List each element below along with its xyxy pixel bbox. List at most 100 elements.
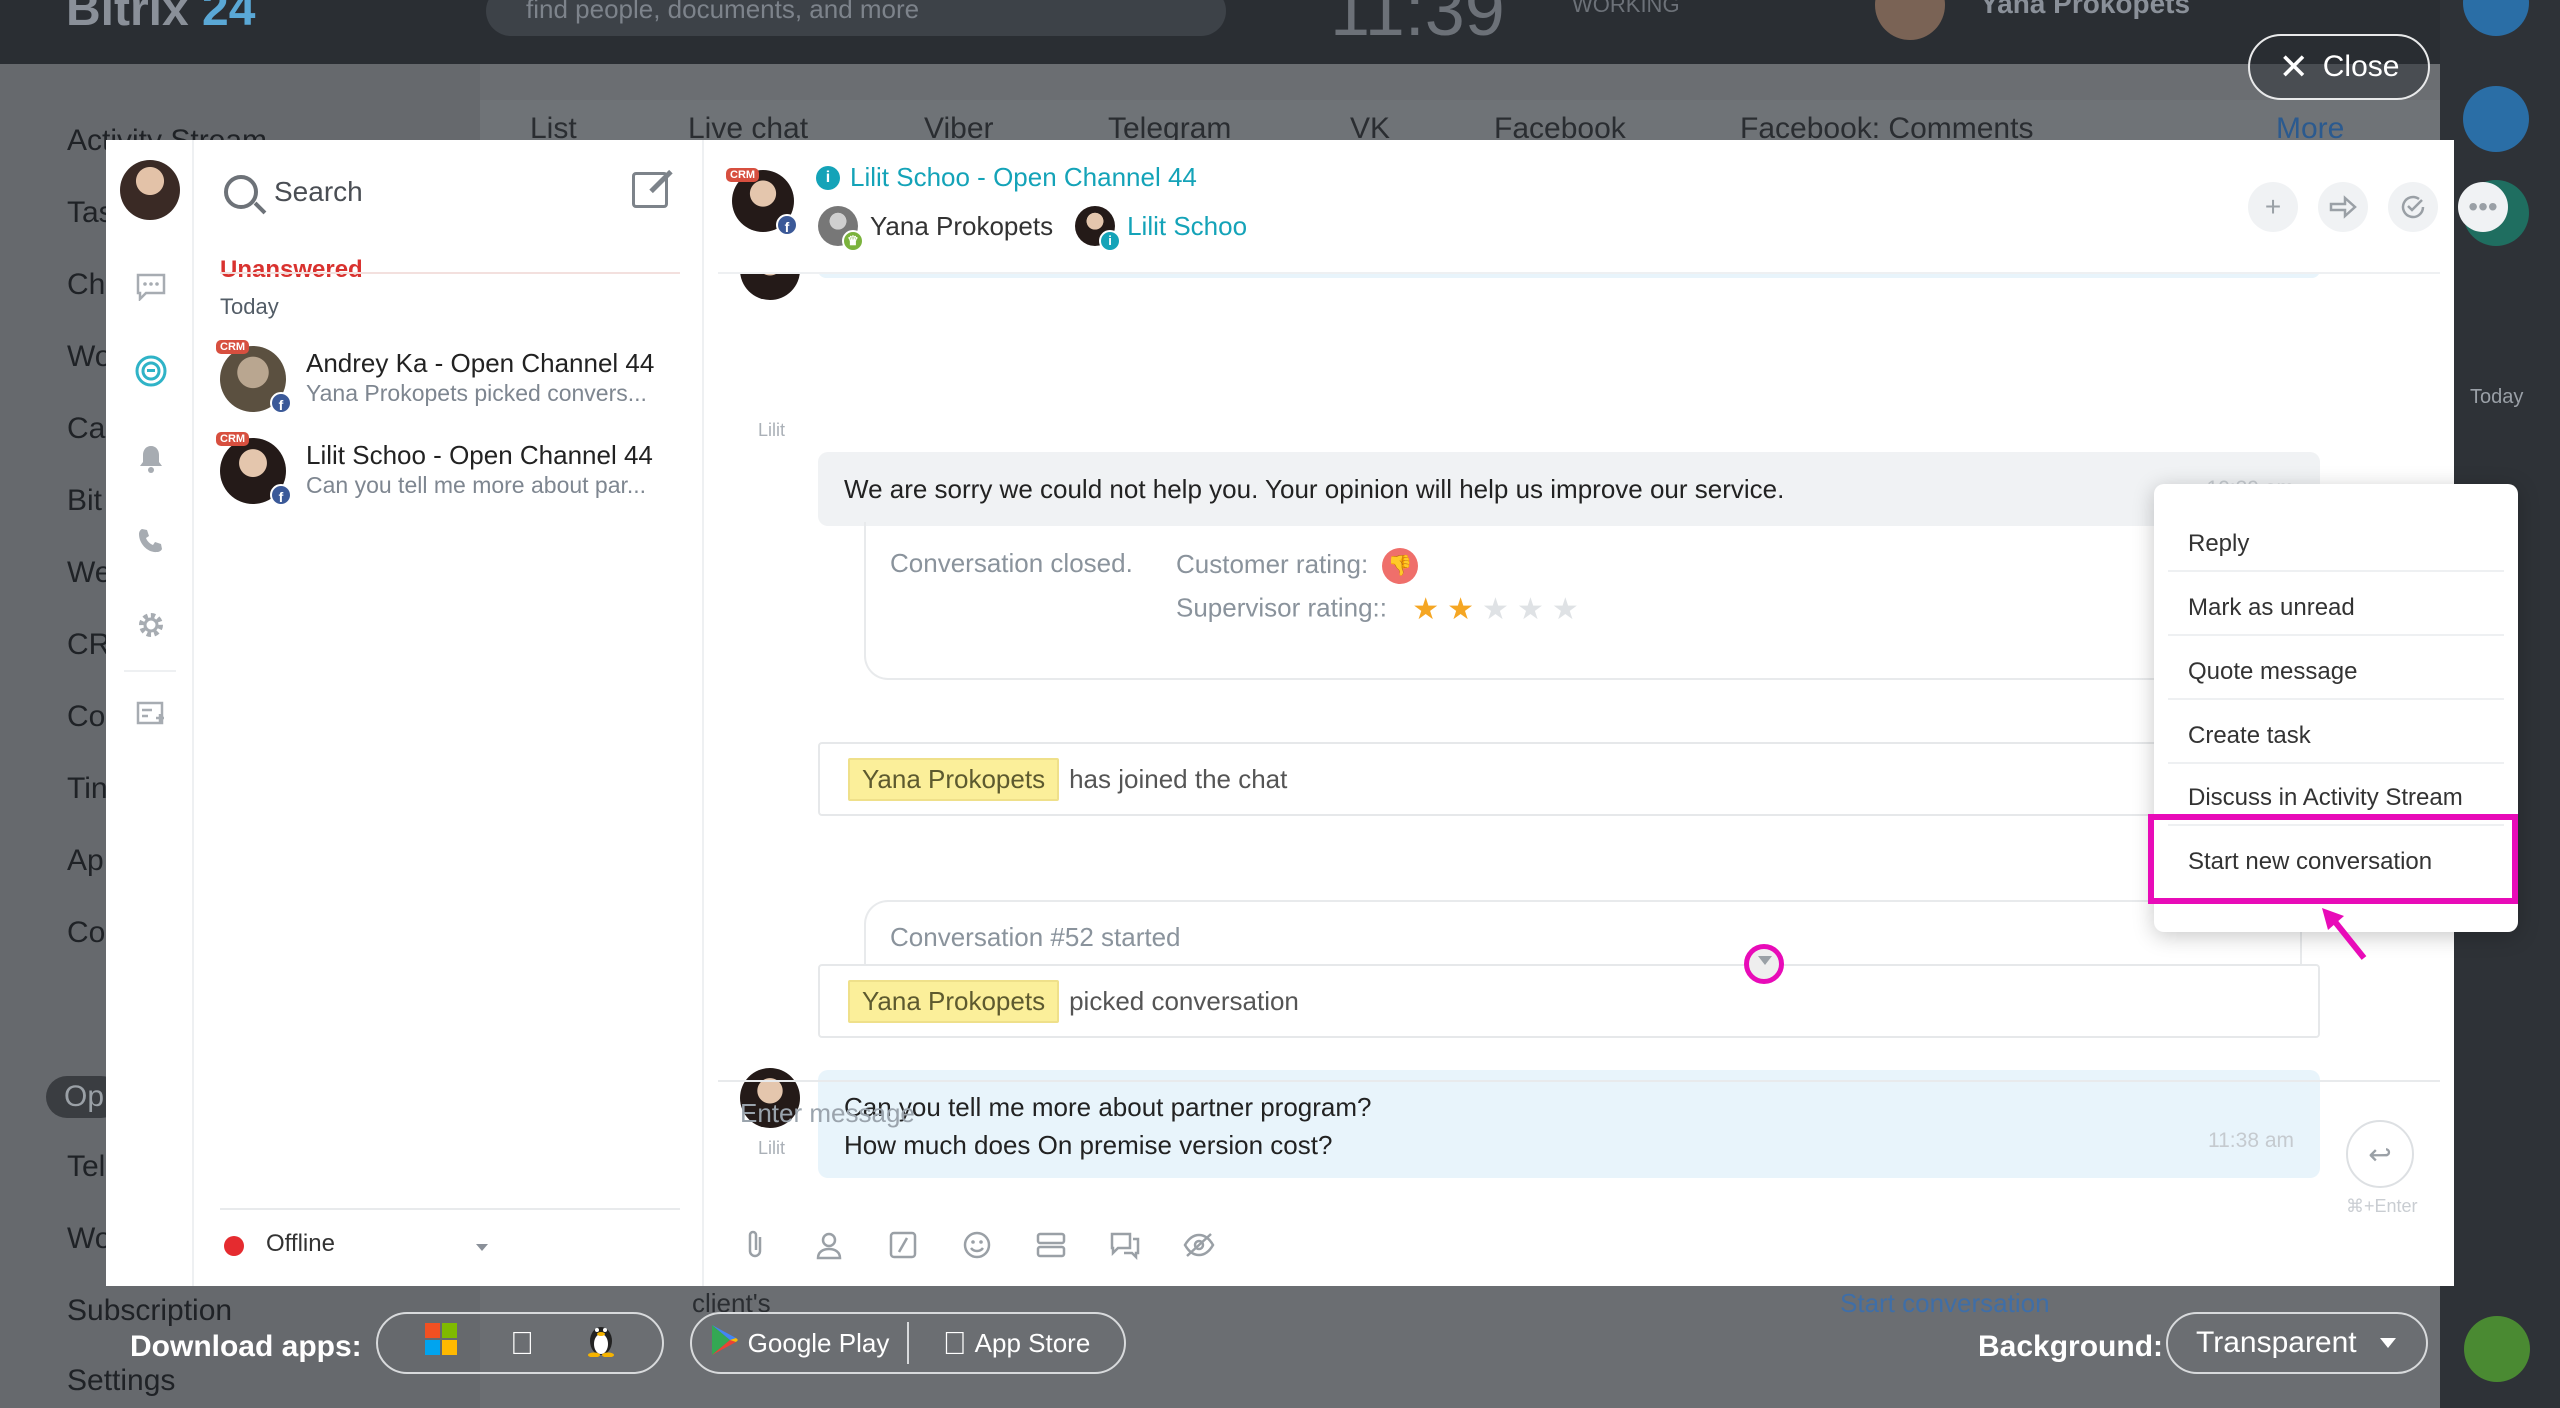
mobile-apps-group: Google Play  App Store: [690, 1312, 1126, 1374]
thumbs-down-icon: 👎: [1382, 548, 1419, 584]
enter-icon: ↩: [2368, 1138, 2392, 1170]
supervisor-rating-label: Supervisor rating::: [1176, 592, 1387, 623]
star-icon[interactable]: ★: [1482, 592, 1509, 627]
star-icon[interactable]: ★: [1412, 592, 1439, 627]
menu-item-reply[interactable]: Reply: [2168, 508, 2504, 572]
new-chat-icon[interactable]: [632, 172, 668, 208]
transfer-icon[interactable]: [2318, 182, 2368, 232]
bg-menu-item: Tel: [67, 1150, 106, 1183]
open-lines-icon[interactable]: [134, 354, 168, 388]
avatar-label: Lilit: [758, 1138, 786, 1158]
finish-conversation-icon[interactable]: [2388, 182, 2438, 232]
dialog-participants: ♛ Yana Prokopets i Lilit Schoo: [818, 206, 1247, 252]
recent-chat-item[interactable]: CRM f Andrey Ka - Open Channel 44 Yana P…: [216, 340, 690, 420]
bg-menu-item: Ca: [67, 412, 106, 445]
marketplace-icon[interactable]: [134, 698, 168, 732]
user-tag[interactable]: Yana Prokopets: [848, 757, 1060, 801]
highlight-box: [2148, 814, 2518, 904]
chevron-down-icon[interactable]: [476, 1244, 488, 1251]
bg-menu-item: Co: [67, 700, 106, 733]
bg-phone-icon: [2464, 1316, 2530, 1382]
supervisor-stars[interactable]: ★ ★ ★ ★ ★: [1412, 592, 1579, 627]
my-avatar[interactable]: [120, 160, 180, 220]
started-text: Conversation #52 started: [890, 922, 1181, 952]
chat-bot-icon[interactable]: [1108, 1228, 1142, 1262]
menu-item-create-task[interactable]: Create task: [2168, 700, 2504, 764]
more-icon[interactable]: •••: [2458, 182, 2508, 232]
add-icon[interactable]: +: [2248, 182, 2298, 232]
background-select[interactable]: Transparent: [2166, 1312, 2428, 1374]
background-select-value: Transparent: [2196, 1326, 2357, 1359]
windows-icon[interactable]: [424, 1322, 458, 1364]
dialog-title[interactable]: i Lilit Schoo - Open Channel 44: [816, 162, 1197, 193]
bg-menu-item: Co: [67, 916, 106, 949]
messenger-window: Search Unanswered Today CRM f Andrey Ka …: [106, 140, 2508, 1286]
message-menu-button[interactable]: [1744, 944, 1784, 984]
closed-text: Conversation closed.: [890, 548, 1133, 578]
system-text: has joined the chat: [1069, 763, 1288, 794]
menu-item-mark-unread[interactable]: Mark as unread: [2168, 572, 2504, 636]
star-icon[interactable]: ★: [1552, 592, 1579, 627]
info-icon: i: [816, 165, 840, 190]
close-icon: ✕: [2278, 46, 2309, 87]
bg-menu-item: Ap: [67, 844, 104, 877]
star-icon[interactable]: ★: [1517, 592, 1544, 627]
conversation-started-note: Conversation #52 started: [864, 900, 2302, 972]
input-divider: [718, 1080, 2440, 1082]
background-search: find people, documents, and more: [486, 0, 1226, 36]
background-label: Background:: [1978, 1330, 2164, 1363]
rail-divider: [124, 670, 176, 672]
annotation-arrow-icon: [2322, 908, 2367, 960]
crm-badge: CRM: [726, 168, 760, 182]
participant-name[interactable]: Lilit Schoo: [1127, 211, 1247, 242]
smile-icon[interactable]: [960, 1228, 994, 1262]
section-date: Today: [220, 294, 279, 319]
star-icon[interactable]: ★: [1447, 592, 1474, 627]
message-text: How much does On premise version cost?: [844, 1130, 1333, 1160]
quick-answers-icon[interactable]: [1034, 1228, 1068, 1262]
system-text: picked conversation: [1069, 985, 1299, 1016]
crm-badge: CRM: [216, 432, 250, 446]
recent-chat-item[interactable]: CRM f Lilit Schoo - Open Channel 44 Can …: [216, 432, 690, 512]
user-icon[interactable]: [812, 1228, 846, 1262]
client-message-bubble[interactable]: Can you tell me more about partner progr…: [818, 1070, 2320, 1178]
message-input[interactable]: Enter message: [740, 1098, 915, 1129]
bell-icon[interactable]: [134, 442, 168, 476]
phone-icon[interactable]: [134, 524, 168, 558]
apple-icon[interactable]: : [510, 1325, 534, 1362]
background-working-status: WORKING: [1572, 0, 1680, 17]
desktop-apps-group: : [376, 1312, 664, 1374]
search-input[interactable]: Search: [224, 168, 363, 216]
gear-icon[interactable]: [134, 608, 168, 642]
message-bubble[interactable]: We are sorry we could not help you. Your…: [818, 452, 2320, 526]
customer-rating-label: Customer rating:: [1176, 548, 1369, 579]
dialog-actions: + •••: [2248, 182, 2508, 232]
menu-item-quote[interactable]: Quote message: [2168, 636, 2504, 700]
hidden-message-icon[interactable]: [1182, 1228, 1216, 1262]
bg-today-label: Today: [2470, 386, 2524, 408]
command-icon[interactable]: [886, 1228, 920, 1262]
user-tag[interactable]: Yana Prokopets: [848, 979, 1060, 1023]
app-store-button[interactable]:  App Store: [909, 1325, 1124, 1362]
search-placeholder: Search: [274, 176, 363, 207]
bg-menu-item: Wo: [67, 1222, 112, 1255]
messenger-rail: [106, 140, 194, 1286]
send-hint: ⌘+Enter: [2346, 1196, 2418, 1216]
bg-menu-item: CR: [67, 628, 111, 661]
participant-name[interactable]: Yana Prokopets: [870, 211, 1053, 242]
close-button[interactable]: ✕ Close: [2248, 34, 2430, 100]
status-divider: [220, 1208, 680, 1210]
chat-icon[interactable]: [134, 270, 168, 304]
google-play-button[interactable]: Google Play: [692, 1324, 907, 1363]
download-apps-label: Download apps:: [130, 1330, 362, 1363]
google-play-label: Google Play: [747, 1327, 890, 1358]
bg-menu-item: Tin: [67, 772, 108, 805]
conversation-closed-note: Conversation closed. Customer rating: 👎 S…: [864, 522, 2302, 680]
crown-icon: ♛: [842, 230, 864, 252]
status-selector[interactable]: Offline: [266, 1230, 335, 1258]
linux-icon[interactable]: [586, 1321, 616, 1365]
facebook-icon: f: [270, 392, 292, 414]
send-button[interactable]: ↩: [2346, 1120, 2414, 1188]
participant-avatar: ♛: [818, 206, 864, 252]
attach-icon[interactable]: [738, 1228, 772, 1262]
